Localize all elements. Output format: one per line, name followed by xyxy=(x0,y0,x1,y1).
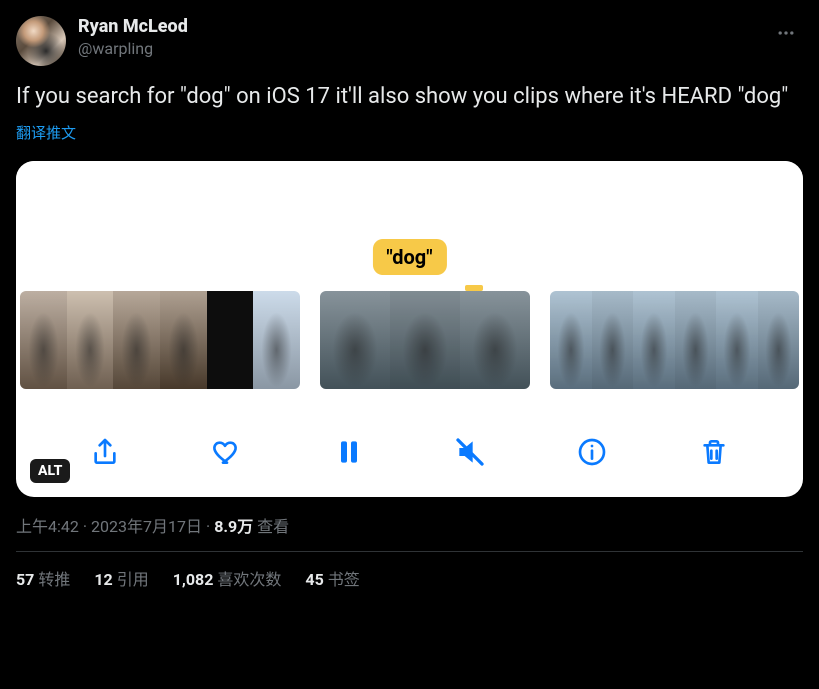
share-icon xyxy=(89,436,121,468)
retweets-stat[interactable]: 57转推 xyxy=(16,566,70,590)
thumbnail xyxy=(113,291,160,389)
media-white-area xyxy=(16,161,803,249)
thumbnail xyxy=(550,291,592,389)
translate-link[interactable]: 翻译推文 xyxy=(16,122,803,143)
tweet-body: If you search for "dog" on iOS 17 it'll … xyxy=(16,82,803,112)
caption-bubble: "dog" xyxy=(372,239,446,275)
views-number: 8.9万 xyxy=(214,517,253,536)
more-button[interactable] xyxy=(769,16,803,50)
share-button[interactable] xyxy=(83,430,127,474)
tweet-header: Ryan McLeod @warpling xyxy=(16,16,803,66)
thumbnail xyxy=(160,291,207,389)
quotes-stat[interactable]: 12引用 xyxy=(94,566,148,590)
tweet-date[interactable]: 2023年7月17日 xyxy=(91,517,202,536)
clip-group-2[interactable] xyxy=(320,291,530,389)
thumbnail xyxy=(253,291,300,389)
views-label: 查看 xyxy=(257,517,289,536)
thumbnail xyxy=(320,291,390,389)
thumbnail xyxy=(633,291,675,389)
tweet-meta: 上午4:42·2023年7月17日·8.9万 查看 xyxy=(16,513,803,537)
stats-row: 57转推 12引用 1,082喜欢次数 45书签 xyxy=(16,566,803,590)
thumbnail xyxy=(675,291,717,389)
trash-icon xyxy=(698,436,730,468)
pause-button[interactable] xyxy=(327,430,371,474)
delete-button[interactable] xyxy=(692,430,736,474)
like-button[interactable] xyxy=(205,430,249,474)
clip-group-1[interactable] xyxy=(20,291,300,389)
clip-group-3[interactable] xyxy=(550,291,799,389)
speaker-muted-icon xyxy=(454,436,486,468)
display-name: Ryan McLeod xyxy=(78,16,188,39)
media-toolbar xyxy=(16,407,803,497)
tweet-time[interactable]: 上午4:42 xyxy=(16,517,79,536)
thumbnail xyxy=(207,291,254,389)
thumbnail xyxy=(758,291,800,389)
alt-badge[interactable]: ALT xyxy=(30,459,70,483)
tweet-container: Ryan McLeod @warpling If you search for … xyxy=(16,16,803,590)
thumbnail xyxy=(390,291,460,389)
mute-button[interactable] xyxy=(448,430,492,474)
video-timeline[interactable] xyxy=(16,291,803,389)
more-icon xyxy=(776,23,796,43)
info-button[interactable] xyxy=(570,430,614,474)
thumbnail xyxy=(20,291,67,389)
thumbnail xyxy=(592,291,634,389)
heart-icon xyxy=(211,436,243,468)
pause-icon xyxy=(333,436,365,468)
handle: @warpling xyxy=(78,39,188,59)
thumbnail xyxy=(67,291,114,389)
thumbnail xyxy=(460,291,530,389)
divider xyxy=(16,551,803,552)
likes-stat[interactable]: 1,082喜欢次数 xyxy=(173,566,282,590)
info-icon xyxy=(576,436,608,468)
avatar[interactable] xyxy=(16,16,66,66)
thumbnail xyxy=(716,291,758,389)
author-block[interactable]: Ryan McLeod @warpling xyxy=(78,16,188,59)
bookmarks-stat[interactable]: 45书签 xyxy=(305,566,359,590)
media-card[interactable]: "dog" xyxy=(16,161,803,497)
